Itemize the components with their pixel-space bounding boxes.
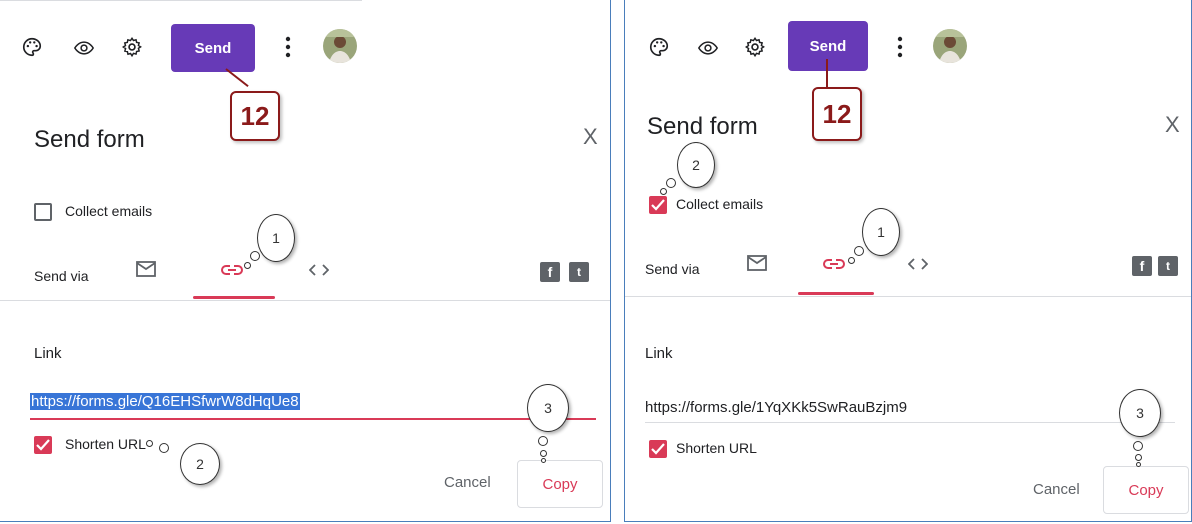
facebook-icon[interactable]: f <box>1132 256 1152 276</box>
annotation-bubble-2: 2 <box>180 443 220 485</box>
left-panel: Send 12 Send form X Collect emails Send … <box>0 0 611 522</box>
close-button[interactable]: X <box>1165 112 1180 138</box>
dialog-title: Send form <box>647 113 758 140</box>
embed-icon[interactable] <box>908 258 928 270</box>
collect-emails-label: Collect emails <box>676 196 764 212</box>
bubble-dot <box>540 450 547 457</box>
send-button[interactable]: Send <box>788 21 868 71</box>
link-field-underline <box>645 422 1175 423</box>
callout-pointer <box>826 59 828 87</box>
bubble-dot <box>159 443 169 453</box>
send-via-label: Send via <box>34 268 89 284</box>
palette-icon[interactable] <box>648 36 670 58</box>
link-url-field[interactable]: https://forms.gle/1YqXKk5SwRauBzjm9 <box>645 399 907 416</box>
link-tab-indicator <box>193 296 275 299</box>
cancel-button[interactable]: Cancel <box>1033 481 1080 498</box>
tab-divider <box>0 300 610 301</box>
collect-emails-checkbox[interactable] <box>34 203 52 221</box>
step-callout: 12 <box>230 91 280 141</box>
shorten-url-label: Shorten URL <box>65 436 146 452</box>
bubble-dot <box>1133 441 1143 451</box>
link-icon[interactable] <box>221 264 243 276</box>
bubble-dot <box>1135 454 1142 461</box>
shorten-url-checkbox[interactable] <box>649 440 667 458</box>
palette-icon[interactable] <box>21 36 43 58</box>
embed-icon[interactable] <box>309 264 329 276</box>
link-field-underline <box>30 418 596 420</box>
link-url-field[interactable]: https://forms.gle/Q16EHSfwrW8dHqUe8 <box>30 393 300 410</box>
mail-icon[interactable] <box>136 261 156 277</box>
eye-icon[interactable] <box>73 38 95 58</box>
bubble-dot <box>854 246 864 256</box>
shorten-url-label: Shorten URL <box>676 440 757 456</box>
mail-icon[interactable] <box>747 255 767 271</box>
gear-icon[interactable] <box>744 36 766 58</box>
facebook-icon[interactable]: f <box>540 262 560 282</box>
link-heading: Link <box>645 345 673 362</box>
avatar[interactable] <box>323 29 357 63</box>
annotation-bubble-1: 1 <box>257 214 295 262</box>
step-callout: 12 <box>812 87 862 141</box>
send-button[interactable]: Send <box>171 24 255 72</box>
annotation-bubble-1: 1 <box>862 208 900 256</box>
avatar[interactable] <box>933 29 967 63</box>
annotation-bubble-3: 3 <box>527 384 569 432</box>
annotation-bubble-2: 2 <box>677 142 715 188</box>
bubble-dot <box>660 188 667 195</box>
link-tab-indicator <box>798 292 874 295</box>
annotation-bubble-3: 3 <box>1119 389 1161 437</box>
eye-icon[interactable] <box>697 38 719 58</box>
bubble-dot <box>541 458 546 463</box>
bubble-dot <box>1136 462 1141 467</box>
bubble-dot <box>244 262 251 269</box>
bubble-dot <box>250 251 260 261</box>
send-via-label: Send via <box>645 261 700 277</box>
tab-divider <box>625 296 1191 297</box>
link-icon[interactable] <box>823 258 845 270</box>
bubble-dot <box>538 436 548 446</box>
dialog-title: Send form <box>34 126 145 153</box>
collect-emails-checkbox[interactable] <box>649 196 667 214</box>
shorten-url-checkbox[interactable] <box>34 436 52 454</box>
twitter-icon[interactable]: t <box>1158 256 1178 276</box>
top-divider <box>0 0 362 1</box>
gear-icon[interactable] <box>121 36 143 58</box>
bubble-dot <box>848 257 855 264</box>
link-heading: Link <box>34 345 62 362</box>
bubble-dot <box>666 178 676 188</box>
close-button[interactable]: X <box>583 124 598 150</box>
right-panel: Send 12 Send form X Collect emails Send … <box>624 0 1192 522</box>
copy-button[interactable]: Copy <box>1103 466 1189 514</box>
more-vert-icon[interactable] <box>284 36 292 58</box>
more-vert-icon[interactable] <box>896 36 904 58</box>
copy-button[interactable]: Copy <box>517 460 603 508</box>
cancel-button[interactable]: Cancel <box>444 474 491 491</box>
twitter-icon[interactable]: t <box>569 262 589 282</box>
collect-emails-label: Collect emails <box>65 203 153 219</box>
bubble-dot <box>146 440 153 447</box>
